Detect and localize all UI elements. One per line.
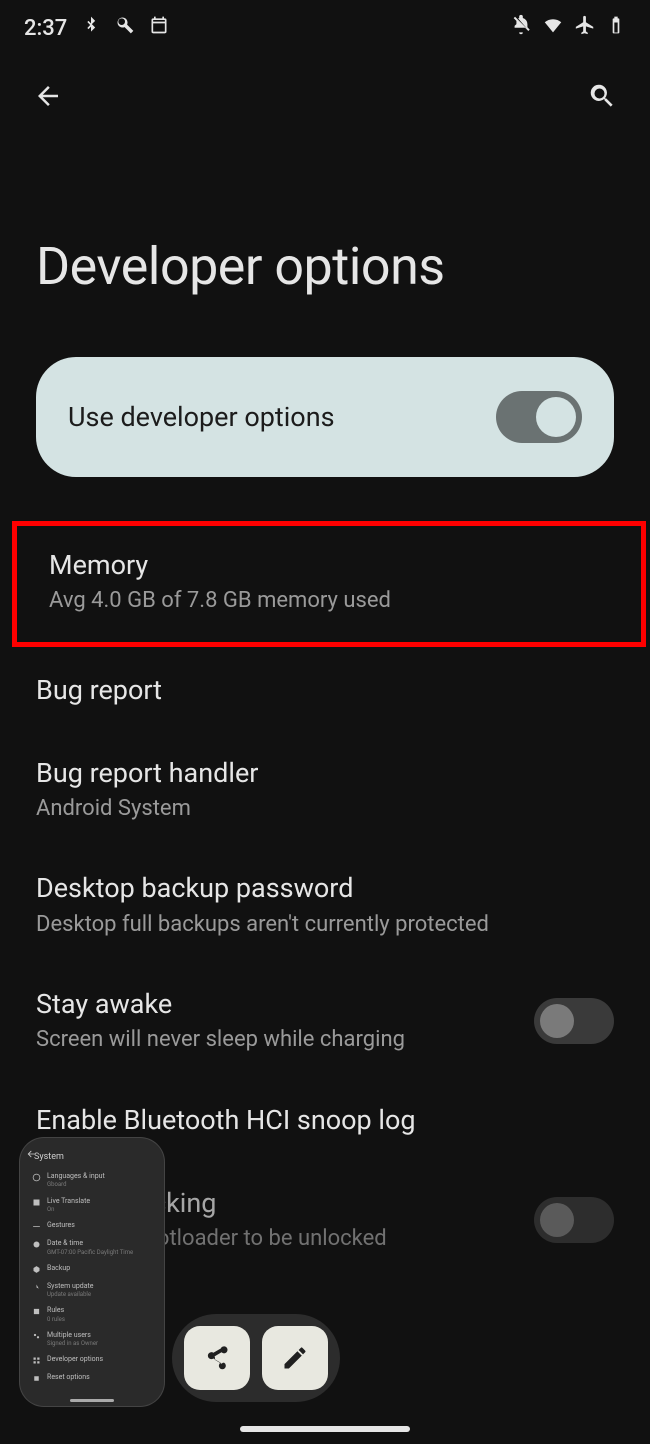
setting-desktop-backup-password[interactable]: Desktop backup password Desktop full bac… [0,849,650,965]
setting-bug-report-handler[interactable]: Bug report handler Android System [0,734,650,850]
thumb-row: Developer options [32,1355,152,1365]
bluetooth-icon [81,15,101,41]
thumb-title: System [32,1148,152,1164]
gesture-nav-bar[interactable] [240,1426,410,1432]
master-toggle-label: Use developer options [68,401,335,433]
thumb-row: Backup [32,1264,152,1274]
wifi-icon [542,14,564,42]
app-bar [0,56,650,136]
oem-unlocking-switch[interactable] [534,1197,614,1243]
screenshot-actions [172,1314,340,1402]
battery-icon [606,15,626,41]
search-icon [587,81,617,111]
setting-title: Bug report [36,673,614,708]
page-title: Developer options [0,136,650,357]
thumb-row: Reset options [32,1373,152,1383]
airplane-icon [574,14,596,42]
thumb-row: Rules0 rules [32,1306,152,1323]
edit-icon [281,1344,309,1372]
setting-title: Desktop backup password [36,871,614,906]
master-toggle-switch[interactable] [496,391,582,443]
thumb-row: System updateUpdate available [32,1282,152,1299]
setting-title: Memory [49,548,609,583]
setting-bug-report[interactable]: Bug report [0,651,650,734]
thumb-back-icon [26,1144,36,1163]
status-time: 2:37 [24,16,67,41]
edit-button[interactable] [262,1326,328,1390]
share-button[interactable] [184,1326,250,1390]
setting-subtitle: Avg 4.0 GB of 7.8 GB memory used [49,587,609,616]
setting-stay-awake[interactable]: Stay awake Screen will never sleep while… [0,965,650,1081]
thumb-row: Gestures [32,1221,152,1231]
calendar-icon [149,15,169,41]
stay-awake-switch[interactable] [534,998,614,1044]
setting-memory[interactable]: Memory Avg 4.0 GB of 7.8 GB memory used [12,521,646,647]
search-button[interactable] [578,72,626,120]
setting-subtitle: Android System [36,795,614,824]
setting-title: Bug report handler [36,756,614,791]
screenshot-thumbnail[interactable]: System Languages & inputGboard Live Tran… [20,1138,164,1406]
status-bar: 2:37 [0,0,650,56]
thumb-row: Date & timeGMT-07:00 Pacific Daylight Ti… [32,1239,152,1256]
back-button[interactable] [24,72,72,120]
thumb-nav-bar [70,1399,114,1402]
setting-subtitle: Desktop full backups aren't currently pr… [36,911,614,940]
setting-subtitle: Screen will never sleep while charging [36,1026,518,1055]
notifications-off-icon [510,14,532,42]
thumb-row: Languages & inputGboard [32,1172,152,1189]
master-toggle-card[interactable]: Use developer options [36,357,614,477]
thumb-row: Multiple usersSigned in as Owner [32,1331,152,1348]
back-arrow-icon [33,81,63,111]
setting-title: Stay awake [36,987,518,1022]
thumb-row: Live TranslateOn [32,1197,152,1214]
share-icon [203,1344,231,1372]
wrench-icon [115,15,135,41]
setting-title: Enable Bluetooth HCI snoop log [36,1103,614,1138]
